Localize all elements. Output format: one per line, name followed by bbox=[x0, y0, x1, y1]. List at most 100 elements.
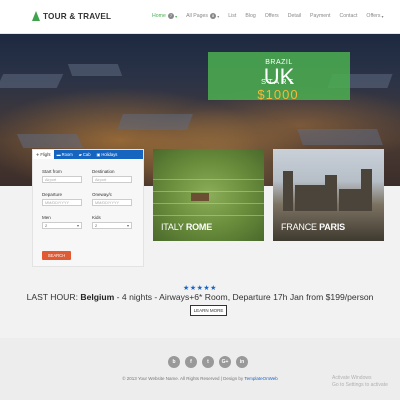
field-label: Departure bbox=[42, 192, 63, 197]
destination-card-italy[interactable]: ITALY ROME bbox=[153, 149, 264, 241]
tower-shape bbox=[283, 171, 293, 211]
deal-details: - 4 nights - Airways+6* Room, Departure … bbox=[114, 292, 374, 302]
destination-label: FRANCE PARIS bbox=[281, 222, 345, 232]
form-row-route: Start from Airport Destination Airport bbox=[42, 169, 142, 183]
search-button[interactable]: SEARCH bbox=[42, 251, 71, 260]
footer: b f t G+ in © 2013 Your Website Name. Al… bbox=[0, 338, 400, 400]
kids-select[interactable]: 2 ▾ bbox=[92, 222, 132, 229]
car-icon: ▰ bbox=[78, 152, 82, 157]
os-watermark: Activate Windows Go to Settings to activ… bbox=[332, 375, 388, 389]
terrace-line bbox=[153, 215, 264, 220]
chevron-down-icon: ▾ bbox=[217, 13, 220, 19]
social-links: b f t G+ in bbox=[168, 356, 253, 368]
start-from-input[interactable]: Airport bbox=[42, 176, 82, 183]
twitter-icon[interactable]: t bbox=[202, 356, 214, 368]
tab-room[interactable]: ▬ Room bbox=[54, 150, 76, 159]
deal-place: Belgium bbox=[80, 292, 115, 302]
learn-more-button[interactable]: LEARN MORE bbox=[190, 305, 227, 316]
menu-item-label: Home bbox=[152, 13, 166, 19]
watermark-line: Go to Settings to activate bbox=[332, 382, 388, 388]
menu-item-label: List bbox=[228, 13, 237, 19]
departure-input[interactable]: MM/DD/YYYY bbox=[42, 199, 82, 206]
hut-shape bbox=[191, 193, 209, 201]
chevron-down-icon: ▾ bbox=[175, 13, 178, 19]
plane-icon: ✈ bbox=[36, 152, 40, 157]
oneway-field: Oneway/c MM/DD/YYYY bbox=[92, 192, 132, 206]
field-label: Men bbox=[42, 215, 51, 220]
facebook-icon[interactable]: f bbox=[185, 356, 197, 368]
men-select-value: 2 bbox=[45, 223, 48, 228]
chevron-down-icon: ▾ bbox=[76, 223, 79, 228]
menu-item-label: All Pages bbox=[186, 13, 209, 19]
tab-label: Holidays bbox=[101, 152, 118, 157]
top-navbar: TOUR & TRAVEL Home 7 ▾ All Pages 8 ▾ Lis… bbox=[0, 0, 400, 34]
terrace-line bbox=[153, 203, 264, 208]
suitcase-icon: ▣ bbox=[96, 152, 101, 157]
menu-item-detail[interactable]: Detail bbox=[288, 13, 301, 19]
hero-background-shape bbox=[0, 74, 64, 88]
destination-label: ITALY ROME bbox=[161, 222, 212, 232]
menu-item-home[interactable]: Home 7 ▾ bbox=[152, 13, 177, 19]
tab-cab[interactable]: ▰ Cab bbox=[76, 150, 94, 159]
tab-label: Flight bbox=[40, 152, 51, 157]
logo-text: TOUR & TRAVEL bbox=[43, 11, 112, 21]
booking-form: ✈ Flight ▬ Room ▰ Cab ▣ Holidays Start from … bbox=[32, 149, 144, 267]
designer-link[interactable]: TemplateOnWeb bbox=[244, 376, 277, 381]
tower-shape bbox=[325, 175, 337, 211]
tab-holidays[interactable]: ▣ Holidays bbox=[94, 150, 121, 159]
hero-background-shape bbox=[67, 64, 123, 76]
tab-flight[interactable]: ✈ Flight bbox=[33, 150, 54, 159]
menu-item-payment[interactable]: Payment bbox=[310, 13, 330, 19]
hero-background-shape bbox=[297, 129, 383, 145]
field-label: Kids bbox=[92, 215, 101, 220]
menu-item-label: Offers bbox=[366, 13, 381, 19]
men-field: Men 2 ▾ bbox=[42, 215, 82, 229]
logo[interactable]: TOUR & TRAVEL bbox=[32, 11, 111, 21]
promo-price: $1000 bbox=[257, 87, 299, 102]
menu-item-offers-dropdown[interactable]: Offers ▾ bbox=[366, 13, 383, 19]
menu-item-contact[interactable]: Contact bbox=[340, 13, 358, 19]
hero-background-shape bbox=[117, 114, 193, 130]
tab-label: Cab bbox=[82, 152, 91, 157]
departure-field: Departure MM/DD/YYYY bbox=[42, 192, 82, 206]
google-plus-icon[interactable]: G+ bbox=[219, 356, 231, 368]
men-select[interactable]: 2 ▾ bbox=[42, 222, 82, 229]
destination-card-france[interactable]: FRANCE PARIS bbox=[273, 149, 384, 241]
linkedin-icon[interactable]: in bbox=[236, 356, 248, 368]
destination-input[interactable]: Airport bbox=[92, 176, 132, 183]
tree-icon bbox=[32, 11, 40, 21]
destination-city: PARIS bbox=[319, 222, 345, 232]
count-badge: 8 bbox=[210, 13, 217, 19]
kids-field: Kids 2 ▾ bbox=[92, 215, 132, 229]
menu-item-offers[interactable]: Offers bbox=[265, 13, 279, 19]
tower-shape bbox=[361, 169, 372, 211]
main-menu: Home 7 ▾ All Pages 8 ▾ List Blog Offers … bbox=[152, 13, 392, 19]
menu-item-label: Detail bbox=[287, 13, 302, 19]
destination-country: ITALY bbox=[161, 222, 184, 232]
count-badge: 7 bbox=[167, 13, 175, 19]
field-label: Destination bbox=[92, 169, 115, 174]
menu-item-list[interactable]: List bbox=[228, 13, 236, 19]
menu-item-all-pages[interactable]: All Pages 8 ▾ bbox=[186, 13, 219, 19]
form-row-dates: Departure MM/DD/YYYY Oneway/c MM/DD/YYYY bbox=[42, 192, 142, 206]
tab-label: Room bbox=[61, 152, 73, 157]
oneway-input[interactable]: MM/DD/YYYY bbox=[92, 199, 132, 206]
menu-item-blog[interactable]: Blog bbox=[245, 13, 255, 19]
rating-stars: ★★★★★ bbox=[183, 285, 217, 292]
menu-item-label: Payment bbox=[310, 13, 331, 19]
watermark-line: Activate Windows bbox=[332, 375, 372, 381]
kids-select-value: 2 bbox=[95, 223, 98, 228]
chevron-down-icon: ▾ bbox=[126, 223, 129, 228]
booking-tabs: ✈ Flight ▬ Room ▰ Cab ▣ Holidays bbox=[33, 150, 143, 159]
menu-item-label: Contact bbox=[339, 13, 358, 19]
destination-city: ROME bbox=[185, 222, 213, 232]
deal-prefix: LAST HOUR: bbox=[26, 292, 81, 302]
copyright-text: © 2013 Your Website Name. All Rights Res… bbox=[122, 376, 245, 381]
terrace-line bbox=[153, 179, 264, 184]
blogger-icon[interactable]: b bbox=[168, 356, 180, 368]
wall-shape bbox=[295, 185, 325, 211]
menu-item-label: Offers bbox=[264, 13, 279, 19]
field-label: Start from bbox=[42, 169, 62, 174]
bed-icon: ▬ bbox=[56, 152, 61, 157]
chevron-down-icon: ▾ bbox=[381, 13, 384, 19]
